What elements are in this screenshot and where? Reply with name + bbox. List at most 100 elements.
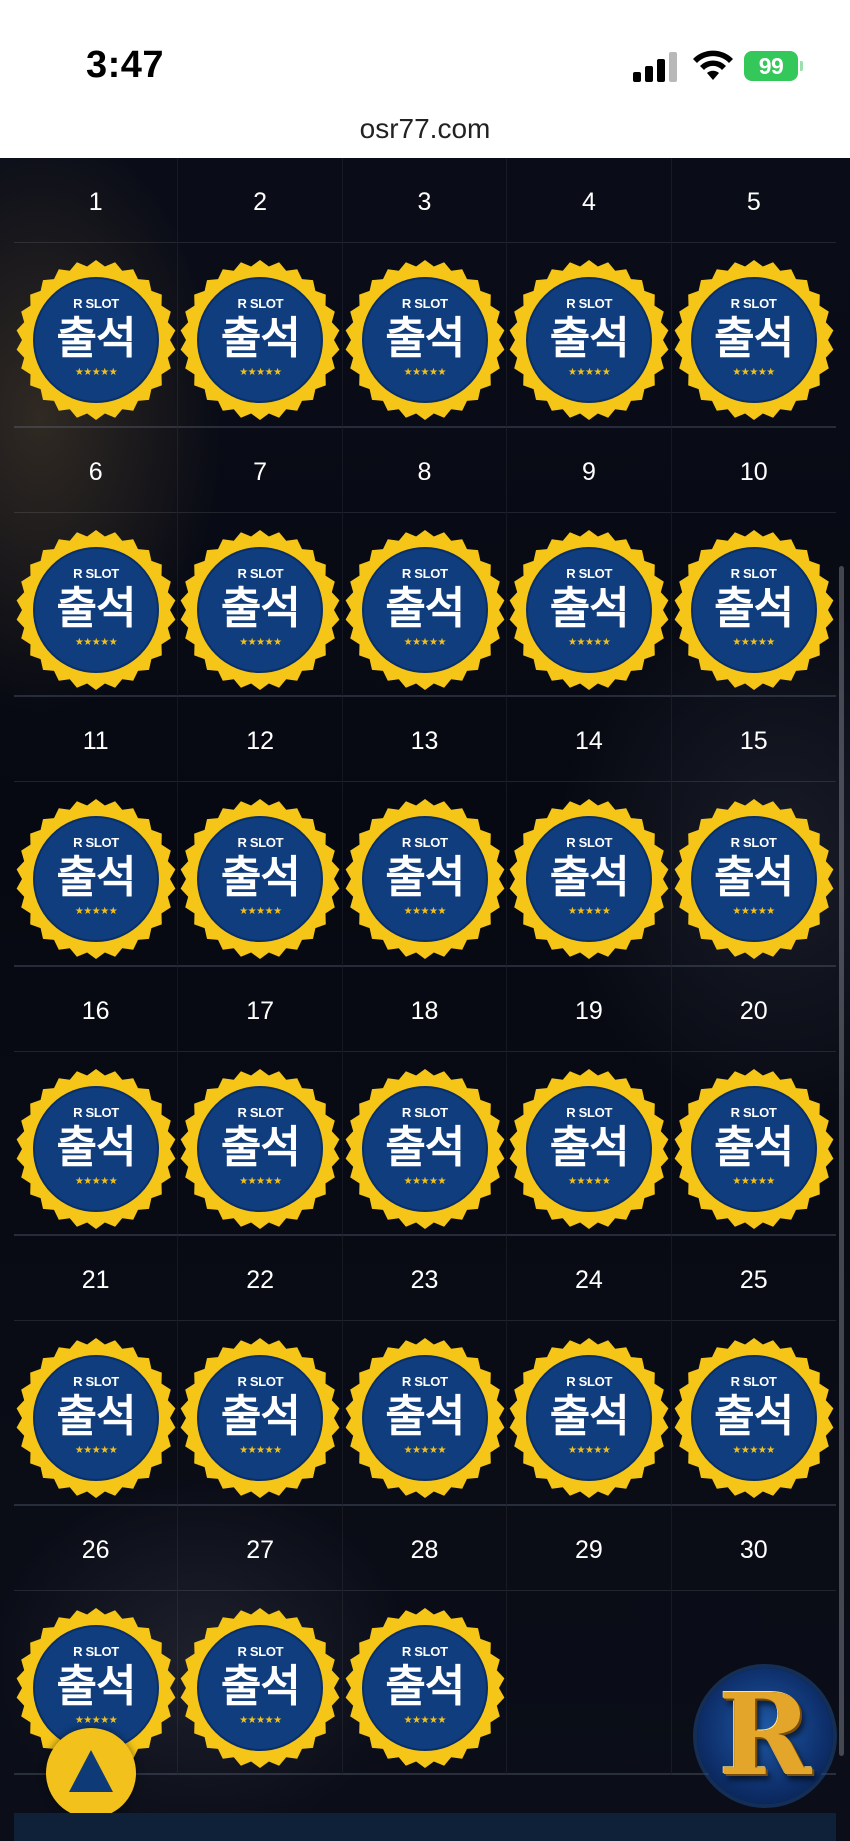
day-number: 10 bbox=[671, 428, 836, 513]
attendance-stamp: R SLOT 출석 ★★★★★ bbox=[343, 797, 507, 961]
attendance-stamp: R SLOT 출석 ★★★★★ bbox=[178, 1336, 342, 1500]
calendar-day-cell[interactable]: 20 R SLOT 출석 ★★★★★ bbox=[671, 967, 836, 1236]
stamp-brand: R SLOT bbox=[401, 565, 448, 581]
stamp-stars: ★★★★★ bbox=[568, 1445, 611, 1456]
day-number: 20 bbox=[671, 967, 836, 1052]
stamp-title: 출석 bbox=[385, 1391, 465, 1442]
calendar-day-cell[interactable]: 17 R SLOT 출석 ★★★★★ bbox=[178, 966, 343, 1236]
calendar-day-cell[interactable]: 5 R SLOT 출석 ★★★★★ bbox=[671, 158, 836, 428]
stamp-stars: ★★★★★ bbox=[239, 906, 282, 917]
calendar-day-cell[interactable]: 29 bbox=[507, 1505, 672, 1775]
address-bar[interactable]: osr77.com bbox=[0, 112, 850, 158]
calendar-day-cell[interactable]: 28 R SLOT 출석 ★★★★★ bbox=[342, 1505, 508, 1775]
stamp-brand: R SLOT bbox=[566, 296, 613, 311]
stamp-title: 출석 bbox=[549, 1391, 630, 1442]
stamp-stars: ★★★★★ bbox=[239, 1175, 282, 1187]
stamp-brand: R SLOT bbox=[73, 1104, 119, 1120]
calendar-day-cell[interactable]: 16 R SLOT 출석 ★★★★★ bbox=[14, 966, 179, 1236]
day-number: 19 bbox=[507, 967, 671, 1052]
calendar-day-cell[interactable]: 6 R SLOT 출석 ★★★★★ bbox=[14, 427, 179, 697]
calendar-day-cell[interactable]: 22 R SLOT 출석 ★★★★★ bbox=[178, 1236, 343, 1506]
day-number: 23 bbox=[342, 1236, 507, 1321]
calendar-day-cell[interactable]: 10 R SLOT 출석 ★★★★★ bbox=[671, 428, 836, 697]
stamp-stars: ★★★★★ bbox=[732, 906, 775, 917]
attendance-stamp: R SLOT 출석 ★★★★★ bbox=[14, 797, 178, 961]
calendar-day-cell[interactable]: 19 R SLOT 출석 ★★★★★ bbox=[507, 966, 672, 1236]
calendar-day-cell[interactable]: 3 R SLOT 출석 ★★★★★ bbox=[342, 158, 508, 428]
calendar-day-cell[interactable]: 12 R SLOT 출석 ★★★★★ bbox=[178, 697, 343, 967]
calendar-day-cell[interactable]: 18 R SLOT 출석 ★★★★★ bbox=[342, 966, 508, 1236]
calendar-day-cell[interactable]: 24 R SLOT 출석 ★★★★★ bbox=[507, 1236, 672, 1506]
stamp-brand: R SLOT bbox=[730, 1104, 777, 1120]
attendance-stamp: R SLOT 출석 ★★★★★ bbox=[178, 1067, 342, 1231]
day-number: 24 bbox=[507, 1236, 671, 1321]
calendar-day-cell[interactable]: 23 R SLOT 출석 ★★★★★ bbox=[342, 1236, 508, 1506]
stamp-title: 출석 bbox=[714, 1121, 794, 1173]
stamp-title: 출석 bbox=[220, 1660, 301, 1712]
stamp-title: 출석 bbox=[385, 1660, 465, 1712]
stamp-stars: ★★★★★ bbox=[239, 1445, 282, 1456]
day-number: 30 bbox=[671, 1506, 836, 1591]
stamp-title: 출석 bbox=[714, 852, 794, 903]
calendar-day-cell[interactable]: 14 R SLOT 출석 ★★★★★ bbox=[507, 697, 672, 967]
attendance-calendar: 1R SLOT 출석 ★★★★★ 2 R SLOT 출석 ★★★★★ 3 R SLOT 출석 ★★★… bbox=[0, 158, 850, 1841]
attendance-stamp: R SLOT 출석 ★★★★★ bbox=[672, 1336, 836, 1500]
calendar-day-cell[interactable]: 4 R SLOT 출석 ★★★★★ bbox=[507, 158, 672, 428]
stamp-title: 출석 bbox=[220, 313, 301, 364]
calendar-day-cell[interactable]: 13 R SLOT 출석 ★★★★★ bbox=[342, 697, 508, 967]
stamp-title: 출석 bbox=[385, 852, 465, 903]
cellular-signal-icon bbox=[633, 52, 679, 82]
stamp-title: 출석 bbox=[549, 852, 630, 903]
stamp-title: 출석 bbox=[220, 582, 301, 634]
stamp-stars: ★★★★★ bbox=[74, 1175, 118, 1187]
stamp-title: 출석 bbox=[385, 582, 465, 634]
calendar-day-cell[interactable]: 1 R SLOT 출석 ★★★★★ bbox=[14, 158, 179, 428]
stamp-brand: R SLOT bbox=[566, 1374, 613, 1389]
day-number: 14 bbox=[507, 697, 671, 782]
calendar-day-cell[interactable]: 15 R SLOT 출석 ★★★★★ bbox=[671, 697, 836, 967]
stamp-title: 출석 bbox=[714, 313, 794, 364]
stamp-brand: R SLOT bbox=[237, 1374, 284, 1389]
stamp-title: 출석 bbox=[220, 1391, 301, 1442]
calendar-day-cell[interactable]: 2 R SLOT 출석 ★★★★★ bbox=[178, 158, 343, 428]
stamp-title: 출석 bbox=[220, 1121, 301, 1173]
stamp-brand: R SLOT bbox=[237, 835, 284, 850]
stamp-stars: ★★★★★ bbox=[568, 636, 611, 648]
stamp-title: 출석 bbox=[220, 852, 301, 903]
calendar-day-cell[interactable]: 25 R SLOT 출석 ★★★★★ bbox=[671, 1236, 836, 1506]
stamp-brand: R SLOT bbox=[73, 835, 119, 850]
scroll-to-top-button[interactable] bbox=[46, 1728, 136, 1818]
stamp-title: 출석 bbox=[549, 1121, 630, 1173]
attendance-stamp: R SLOT 출석 ★★★★★ bbox=[14, 1067, 178, 1231]
up-triangle-icon bbox=[69, 1750, 113, 1792]
stamp-brand: R SLOT bbox=[566, 1104, 613, 1120]
day-number: 21 bbox=[14, 1236, 178, 1321]
calendar-day-cell[interactable]: 21 R SLOT 출석 ★★★★★ bbox=[14, 1236, 179, 1506]
calendar-day-cell[interactable]: 11 R SLOT 출석 ★★★★★ bbox=[14, 697, 179, 967]
scrollbar[interactable] bbox=[839, 566, 844, 1756]
calendar-day-cell[interactable]: 7 R SLOT 출석 ★★★★★ bbox=[178, 427, 343, 697]
logo-letter: R bbox=[718, 1670, 812, 1801]
attendance-stamp: R SLOT 출석 ★★★★★ bbox=[14, 258, 178, 422]
stamp-stars: ★★★★★ bbox=[239, 367, 282, 378]
calendar-day-cell[interactable]: 8 R SLOT 출석 ★★★★★ bbox=[342, 427, 508, 697]
day-number: 9 bbox=[507, 428, 671, 513]
day-number: 28 bbox=[342, 1506, 507, 1591]
r-slot-logo[interactable]: R bbox=[697, 1668, 833, 1804]
day-number: 13 bbox=[342, 697, 507, 782]
stamp-stars: ★★★★★ bbox=[403, 1714, 447, 1726]
attendance-stamp: R SLOT 출석 ★★★★★ bbox=[672, 1067, 836, 1231]
stamp-stars: ★★★★★ bbox=[568, 906, 611, 917]
stamp-brand: R SLOT bbox=[401, 1643, 448, 1659]
day-number: 18 bbox=[342, 967, 507, 1052]
calendar-day-cell[interactable]: 27 R SLOT 출석 ★★★★★ bbox=[178, 1505, 343, 1775]
stamp-brand: R SLOT bbox=[237, 565, 284, 581]
calendar-grid: 1R SLOT 출석 ★★★★★ 2 R SLOT 출석 ★★★★★ 3 R SLOT 출석 ★★★… bbox=[14, 158, 836, 1775]
stamp-title: 출석 bbox=[56, 1121, 137, 1173]
stamp-stars: ★★★★★ bbox=[74, 1714, 118, 1726]
stamp-stars: ★★★★★ bbox=[74, 1445, 118, 1456]
day-number: 15 bbox=[671, 697, 836, 782]
calendar-day-cell[interactable]: 9 R SLOT 출석 ★★★★★ bbox=[507, 427, 672, 697]
attendance-stamp: R SLOT 출석 ★★★★★ bbox=[507, 528, 671, 692]
day-number: 6 bbox=[14, 428, 178, 513]
